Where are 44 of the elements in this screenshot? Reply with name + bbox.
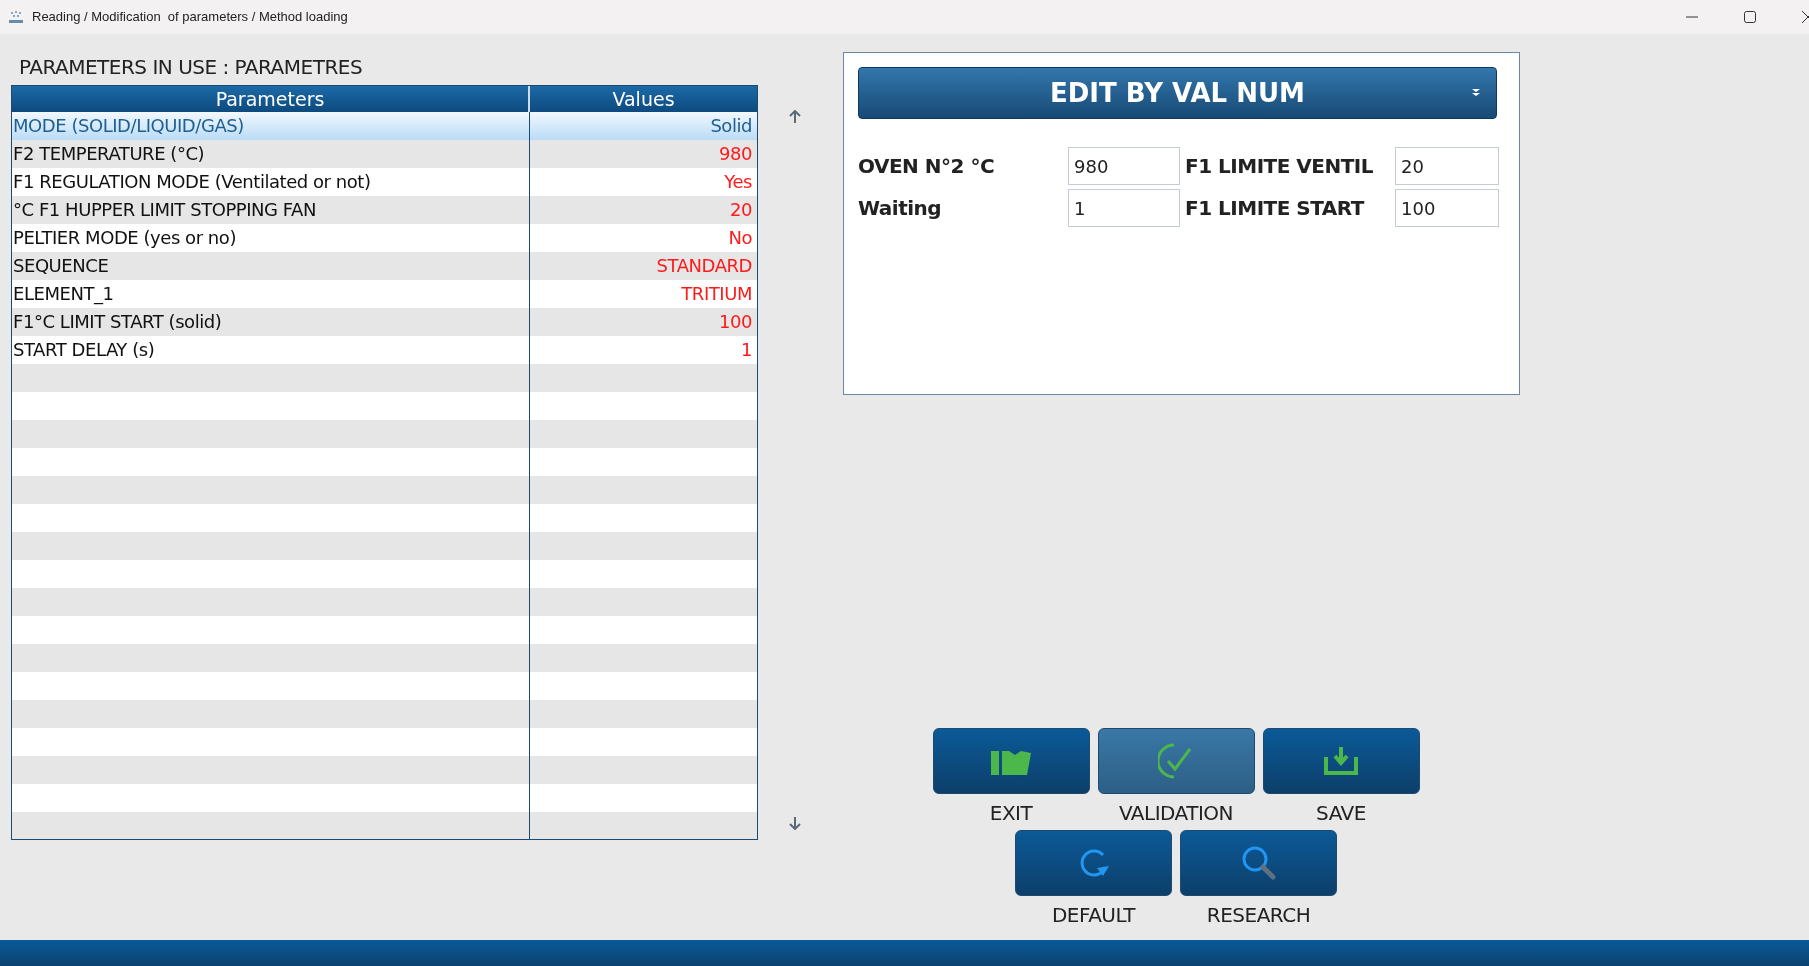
input-field[interactable]: 980 <box>1068 147 1180 185</box>
table-row[interactable]: MODE (SOLID/LIQUID/GAS) Solid <box>12 112 757 140</box>
value-cell-text: 980 <box>718 142 753 166</box>
button-label: SAVE <box>1316 800 1366 827</box>
value-cell-text: Yes <box>723 170 753 194</box>
default-button[interactable] <box>1015 830 1172 896</box>
maximize-icon[interactable] <box>1743 10 1757 24</box>
value-cell-text: Solid <box>709 114 753 138</box>
scroll-up-icon[interactable] <box>789 110 801 124</box>
field-label: F1 LIMITE VENTIL <box>1185 153 1375 180</box>
button-label: DEFAULT <box>1051 902 1136 929</box>
input-field[interactable]: 20 <box>1395 147 1499 185</box>
field-label: OVEN N°2 °C <box>858 153 996 180</box>
value-cell-text: TRITIUM <box>680 282 753 306</box>
table-row[interactable]: F2 TEMPERATURE (°C) 980 <box>12 140 757 168</box>
field-label: Waiting <box>858 195 943 222</box>
dropdown-icon <box>1470 88 1482 98</box>
download-icon <box>1324 747 1358 775</box>
value-cell-text: 20 <box>729 198 753 222</box>
table-row[interactable]: F1°C LIMIT START (solid) 100 <box>12 308 757 336</box>
scroll-down-icon[interactable] <box>789 816 801 830</box>
research-button[interactable] <box>1180 830 1337 896</box>
section-heading: PARAMETERS IN USE : PARAMETRES <box>19 54 364 81</box>
input-field[interactable]: 1 <box>1068 189 1180 227</box>
value-cell-text: 100 <box>718 310 753 334</box>
table-row[interactable]: SEQUENCE STANDARD <box>12 252 757 280</box>
close-icon[interactable] <box>1801 10 1809 24</box>
column-header: Values <box>611 87 676 112</box>
button-label: RESEARCH <box>1206 902 1311 929</box>
mode-dropdown[interactable]: EDIT BY VAL NUM <box>858 67 1497 119</box>
field-label: F1 LIMITE START <box>1185 195 1366 222</box>
app-logo-icon <box>8 9 24 25</box>
button-label: EXIT <box>989 800 1033 827</box>
button-label: VALIDATION <box>1118 800 1234 827</box>
save-button[interactable] <box>1262 728 1420 794</box>
value-cell-text: STANDARD <box>655 254 753 278</box>
window-title: Reading / Modification of parameters / Method loading <box>32 8 348 27</box>
value-cell-text: 1 <box>740 338 753 362</box>
value-cell-text: No <box>727 226 753 250</box>
input-field[interactable]: 100 <box>1395 189 1499 227</box>
table-row[interactable]: °C F1 HUPPER LIMIT STOPPING FAN 20 <box>12 196 757 224</box>
exit-button[interactable] <box>932 728 1090 794</box>
validation-button[interactable] <box>1097 728 1255 794</box>
check-icon <box>1158 741 1194 781</box>
